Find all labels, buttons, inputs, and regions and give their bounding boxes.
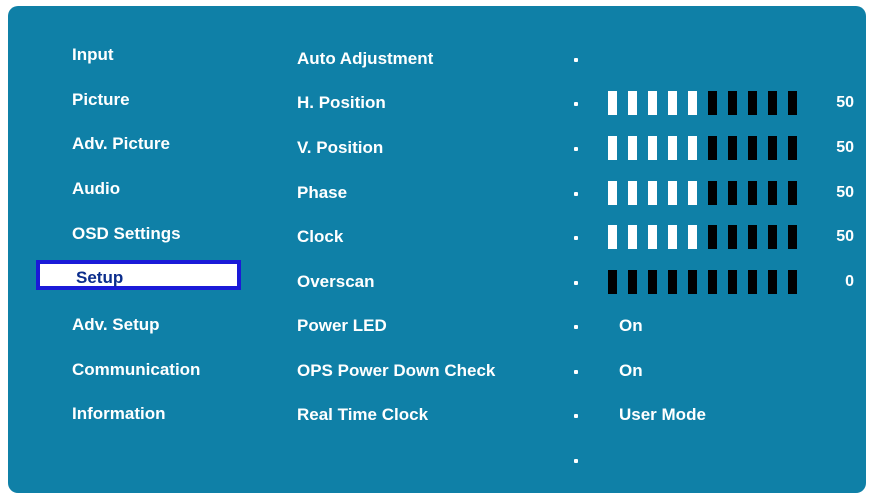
slider-segment xyxy=(708,181,717,205)
slider-segment xyxy=(648,181,657,205)
separator-dot xyxy=(574,102,578,106)
separator-dot xyxy=(574,192,578,196)
slider-segment xyxy=(688,136,697,160)
slider-segment xyxy=(688,225,697,249)
separator-dot xyxy=(574,236,578,240)
setting-phase[interactable]: Phase xyxy=(297,182,347,204)
osd-menu-panel: Input Picture Adv. Picture Audio OSD Set… xyxy=(8,6,866,493)
v-position-slider[interactable] xyxy=(608,136,808,160)
h-position-slider[interactable] xyxy=(608,91,808,115)
separator-dot xyxy=(574,147,578,151)
slider-segment xyxy=(768,91,777,115)
slider-segment xyxy=(628,225,637,249)
separator-dot xyxy=(574,58,578,62)
power-led-value[interactable]: On xyxy=(619,315,643,337)
slider-segment xyxy=(728,270,737,294)
separator-dot xyxy=(574,459,578,463)
slider-segment xyxy=(748,136,757,160)
slider-segment xyxy=(628,136,637,160)
slider-segment xyxy=(788,136,797,160)
h-position-value: 50 xyxy=(836,94,854,111)
setting-h-position[interactable]: H. Position xyxy=(297,92,386,114)
slider-segment xyxy=(648,136,657,160)
phase-value: 50 xyxy=(836,184,854,201)
slider-segment xyxy=(748,270,757,294)
slider-segment xyxy=(788,225,797,249)
slider-segment xyxy=(608,181,617,205)
slider-segment xyxy=(708,225,717,249)
slider-segment xyxy=(668,225,677,249)
setting-ops-power-down-check[interactable]: OPS Power Down Check xyxy=(297,360,495,382)
slider-segment xyxy=(748,91,757,115)
slider-segment xyxy=(628,270,637,294)
slider-segment xyxy=(608,91,617,115)
setting-clock[interactable]: Clock xyxy=(297,226,343,248)
slider-segment xyxy=(728,225,737,249)
separator-dot xyxy=(574,281,578,285)
clock-slider[interactable] xyxy=(608,225,808,249)
slider-segment xyxy=(688,270,697,294)
slider-segment xyxy=(788,181,797,205)
slider-segment xyxy=(728,136,737,160)
menu-item-setup[interactable]: Setup xyxy=(36,260,241,290)
setting-real-time-clock[interactable]: Real Time Clock xyxy=(297,404,428,426)
setting-auto-adjustment[interactable]: Auto Adjustment xyxy=(297,48,433,70)
slider-segment xyxy=(768,136,777,160)
slider-segment xyxy=(708,270,717,294)
menu-item-communication[interactable]: Communication xyxy=(72,359,200,381)
slider-segment xyxy=(648,270,657,294)
setting-overscan[interactable]: Overscan xyxy=(297,271,375,293)
setting-power-led[interactable]: Power LED xyxy=(297,315,387,337)
slider-segment xyxy=(628,91,637,115)
separator-dot xyxy=(574,325,578,329)
clock-value: 50 xyxy=(836,228,854,245)
slider-segment xyxy=(668,91,677,115)
v-position-value: 50 xyxy=(836,139,854,156)
slider-segment xyxy=(788,91,797,115)
slider-segment xyxy=(688,181,697,205)
menu-item-osd-settings[interactable]: OSD Settings xyxy=(72,223,181,245)
phase-slider[interactable] xyxy=(608,181,808,205)
menu-item-adv-setup[interactable]: Adv. Setup xyxy=(72,314,160,336)
slider-segment xyxy=(608,136,617,160)
slider-segment xyxy=(648,225,657,249)
separator-dot xyxy=(574,414,578,418)
slider-segment xyxy=(768,225,777,249)
slider-segment xyxy=(628,181,637,205)
slider-segment xyxy=(748,225,757,249)
slider-segment xyxy=(708,136,717,160)
overscan-slider[interactable] xyxy=(608,270,808,294)
setting-v-position[interactable]: V. Position xyxy=(297,137,383,159)
slider-segment xyxy=(668,136,677,160)
menu-item-adv-picture[interactable]: Adv. Picture xyxy=(72,133,170,155)
real-time-clock-value[interactable]: User Mode xyxy=(619,404,706,426)
menu-item-audio[interactable]: Audio xyxy=(72,178,120,200)
slider-segment xyxy=(608,270,617,294)
slider-segment xyxy=(668,181,677,205)
separator-dot xyxy=(574,370,578,374)
ops-power-down-check-value[interactable]: On xyxy=(619,360,643,382)
slider-segment xyxy=(728,91,737,115)
slider-segment xyxy=(688,91,697,115)
slider-segment xyxy=(748,181,757,205)
slider-segment xyxy=(788,270,797,294)
menu-item-input[interactable]: Input xyxy=(72,44,114,66)
slider-segment xyxy=(608,225,617,249)
menu-item-picture[interactable]: Picture xyxy=(72,89,130,111)
slider-segment xyxy=(648,91,657,115)
slider-segment xyxy=(668,270,677,294)
slider-segment xyxy=(768,181,777,205)
slider-segment xyxy=(708,91,717,115)
overscan-value: 0 xyxy=(845,273,854,290)
slider-segment xyxy=(768,270,777,294)
menu-item-information[interactable]: Information xyxy=(72,403,166,425)
slider-segment xyxy=(728,181,737,205)
